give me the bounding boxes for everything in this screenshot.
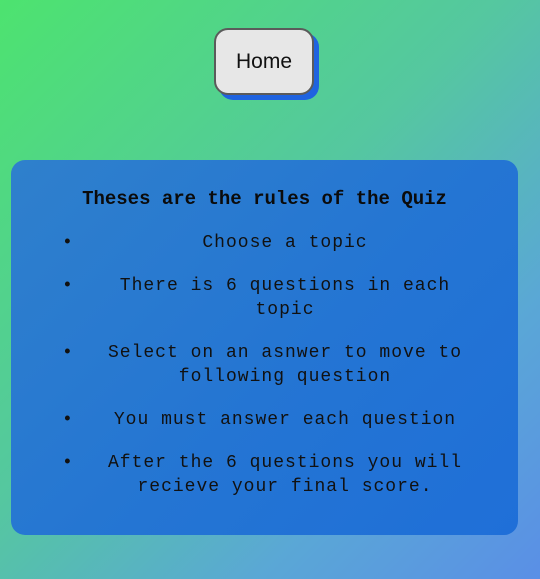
bullet-icon: • [62,410,74,430]
rules-list: • Choose a topic • There is 6 questions … [62,231,481,518]
rule-item: • There is 6 questions in each topic [62,274,481,322]
bullet-icon: • [62,453,74,473]
bullet-icon: • [62,276,74,296]
bullet-icon: • [62,343,74,363]
rule-text: Select on an asnwer to move to following… [107,343,463,387]
rule-text: You must answer each question [113,410,457,430]
rule-item: • After the 6 questions you will recieve… [62,451,481,499]
rule-text: There is 6 questions in each topic [119,276,451,320]
rule-item: • Choose a topic [62,231,481,255]
rule-item: • Select on an asnwer to move to followi… [62,341,481,389]
rules-title: Theses are the rules of the Quiz [82,188,447,210]
rules-card: Theses are the rules of the Quiz • Choos… [11,160,518,535]
bullet-icon: • [62,233,74,253]
home-button[interactable]: Home [214,28,314,95]
rule-text: Choose a topic [202,233,368,253]
rule-item: • You must answer each question [62,408,481,432]
rule-text: After the 6 questions you will recieve y… [107,453,463,497]
